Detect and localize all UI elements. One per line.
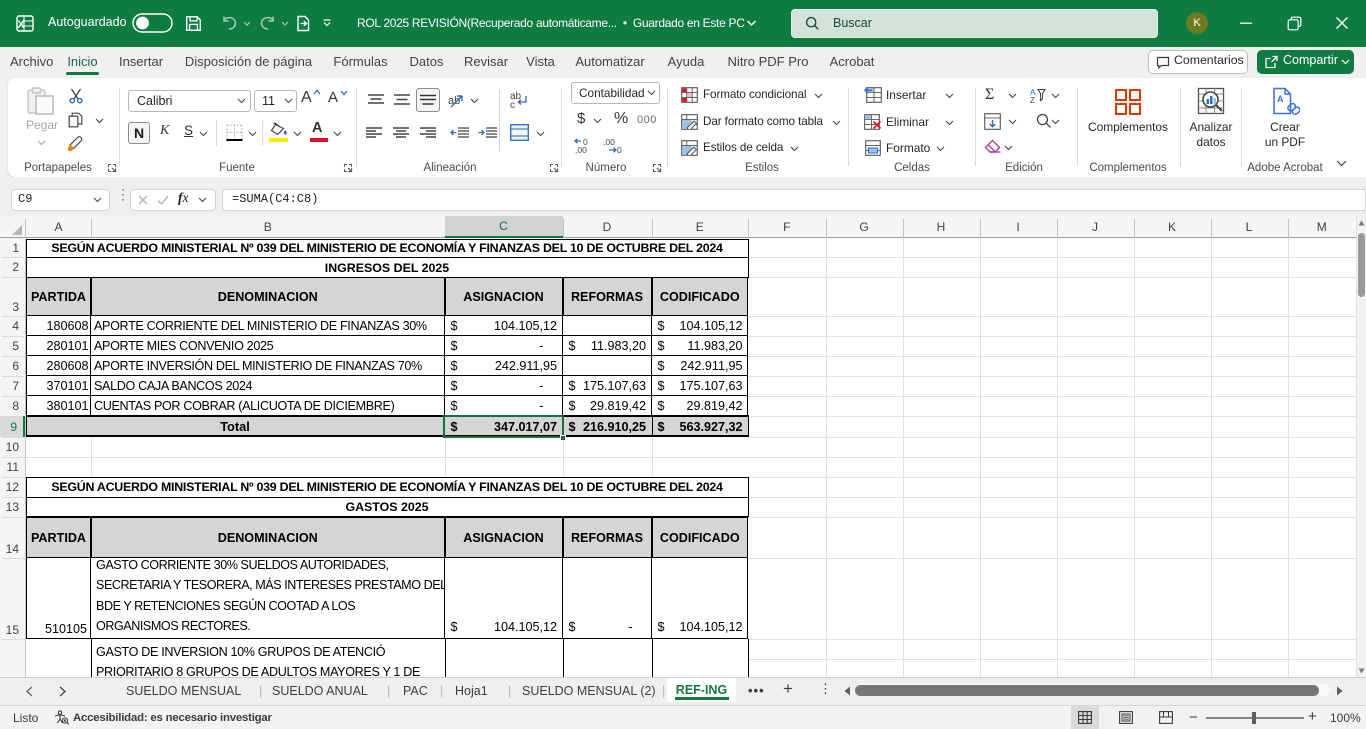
svg-text:0: 0 bbox=[617, 145, 622, 154]
svg-text:c: c bbox=[510, 100, 515, 109]
svg-text:Z: Z bbox=[1030, 96, 1035, 103]
svg-text:,00: ,00 bbox=[603, 138, 615, 147]
svg-text:,00: ,00 bbox=[575, 145, 587, 154]
svg-text:A: A bbox=[1277, 94, 1284, 104]
svg-text:X: X bbox=[17, 19, 25, 31]
svg-text:ab: ab bbox=[448, 95, 460, 107]
